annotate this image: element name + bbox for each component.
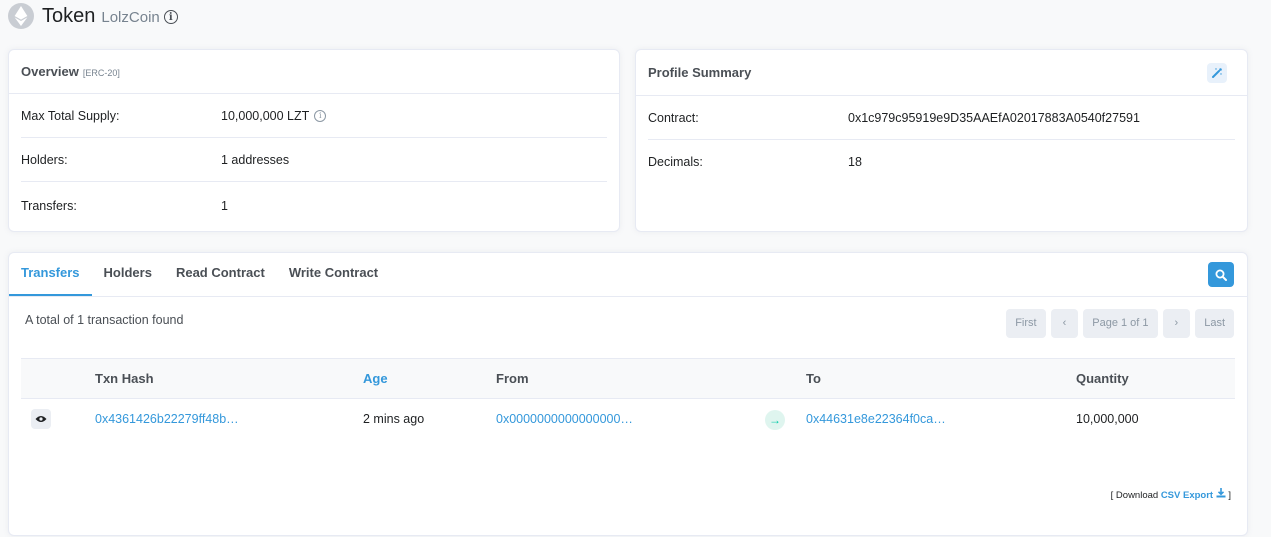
supply-info-icon[interactable]: i [314, 109, 327, 122]
transfers-label: Transfers: [21, 199, 77, 213]
holders-row: Holders: 1 addresses [21, 138, 607, 182]
search-icon [1215, 269, 1227, 281]
profile-summary-card: Profile Summary Contract: 0x1c979c95919e… [635, 49, 1248, 232]
page-title: Token [42, 4, 96, 27]
magic-wand-icon [1212, 68, 1222, 78]
download-prefix: [ Download [1110, 490, 1159, 501]
tab-holders[interactable]: Holders [92, 252, 164, 296]
download-section: [ Download CSV Export ] [1111, 488, 1231, 501]
view-details-button[interactable] [31, 409, 51, 429]
decimals-row: Decimals: 18 [648, 140, 1235, 184]
search-button[interactable] [1208, 262, 1234, 287]
arrow-right-icon: → [765, 410, 785, 430]
max-supply-label: Max Total Supply: [21, 108, 120, 123]
next-page-button[interactable]: › [1162, 309, 1191, 338]
tab-write-contract[interactable]: Write Contract [277, 252, 390, 296]
contract-row: Contract: 0x1c979c95919e9D35AAEfA0201788… [648, 96, 1235, 140]
transfers-table: Txn Hash Age From To Quantity 0x4361426b… [21, 358, 1235, 439]
prev-page-button[interactable]: ‹ [1050, 309, 1079, 338]
txn-hash-link[interactable]: 0x4361426b22279ff48b… [95, 399, 239, 439]
overview-title: Overview [21, 64, 79, 79]
table-header: Txn Hash Age From To Quantity [21, 358, 1235, 399]
download-suffix: ] [1228, 490, 1231, 501]
col-from: From [496, 371, 529, 386]
token-name: LolzCoin [101, 9, 160, 26]
from-address-link[interactable]: 0x0000000000000000… [496, 399, 633, 439]
max-supply-row: Max Total Supply: 10,000,000 LZT i [21, 94, 607, 138]
transfers-value: 1 [221, 199, 228, 213]
ethereum-logo-icon [8, 3, 34, 29]
tab-transfers[interactable]: Transfers [9, 252, 92, 296]
first-page-button[interactable]: First [1006, 309, 1046, 338]
page-header: Token LolzCoin i [8, 3, 178, 29]
overview-card: Overview [ERC-20] Max Total Supply: 10,0… [8, 49, 620, 232]
transfers-card: Transfers Holders Read Contract Write Co… [8, 252, 1248, 536]
contract-label: Contract: [648, 110, 699, 125]
token-standard-label: [ERC-20] [82, 67, 120, 78]
col-to: To [806, 371, 821, 386]
table-row: 0x4361426b22279ff48b… 2 mins ago 0x00000… [21, 399, 1235, 439]
eye-icon [35, 416, 47, 422]
profile-title: Profile Summary [648, 65, 752, 80]
csv-export-link[interactable]: CSV Export [1161, 490, 1213, 501]
col-txn-hash: Txn Hash [95, 371, 154, 386]
decimals-value: 18 [848, 155, 862, 169]
last-page-button[interactable]: Last [1195, 309, 1234, 338]
holders-label: Holders: [21, 152, 68, 167]
txn-quantity: 10,000,000 [1076, 412, 1139, 426]
col-age[interactable]: Age [363, 359, 388, 399]
page-indicator: Page 1 of 1 [1083, 309, 1158, 338]
holders-value: 1 addresses [221, 152, 290, 167]
info-icon[interactable]: i [163, 10, 178, 24]
txn-age: 2 mins ago [363, 412, 425, 426]
profile-header: Profile Summary [636, 50, 1247, 96]
transaction-count: A total of 1 transaction found [25, 313, 184, 327]
max-supply-value: 10,000,000 LZT i [221, 108, 327, 123]
transfers-row: Transfers: 1 [21, 182, 607, 230]
decimals-label: Decimals: [648, 155, 703, 169]
tab-bar: Transfers Holders Read Contract Write Co… [9, 253, 1247, 297]
max-supply-amount: 10,000,000 LZT [221, 108, 310, 123]
tab-read-contract[interactable]: Read Contract [164, 252, 277, 296]
download-icon[interactable] [1216, 488, 1226, 498]
contract-address-link[interactable]: 0x1c979c95919e9D35AAEfA02017883A0540f275… [848, 111, 1140, 125]
overview-header: Overview [ERC-20] [9, 50, 619, 94]
col-quantity: Quantity [1076, 371, 1129, 386]
update-profile-button[interactable] [1207, 63, 1227, 83]
pagination: First ‹ Page 1 of 1 › Last [1006, 309, 1234, 338]
to-address-link[interactable]: 0x44631e8e22364f0ca… [806, 399, 946, 439]
